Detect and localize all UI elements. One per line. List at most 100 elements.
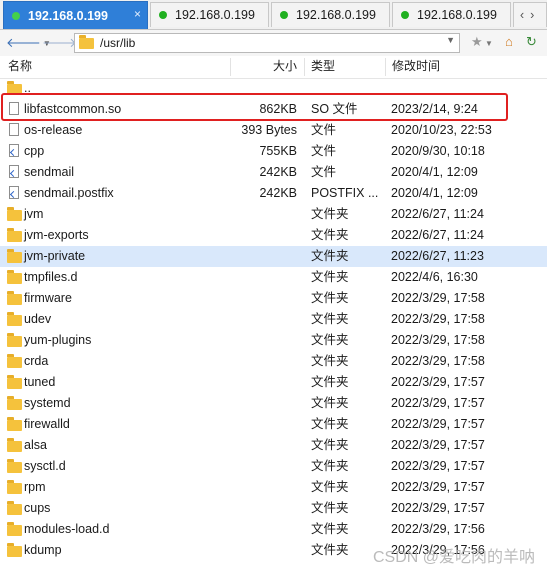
file-row[interactable]: rpm 文件夹 2022/3/29, 17:57 (0, 477, 547, 498)
folder-icon (7, 396, 22, 410)
file-row[interactable]: cpp 755KB 文件 2020/9/30, 10:18 (0, 141, 547, 162)
path-input[interactable]: /usr/lib ▼ (74, 33, 460, 53)
file-name: tmpfiles.d (24, 270, 78, 284)
chevron-right-icon: › (530, 8, 535, 22)
file-modified: 2022/3/29, 17:58 (391, 312, 485, 326)
file-size: 242KB (259, 165, 297, 179)
tab-label: 192.168.0.199 (28, 8, 108, 23)
file-name: os-release (24, 123, 83, 137)
file-type: 文件夹 (311, 291, 349, 305)
tab-session-1[interactable]: 192.168.0.199 × (3, 1, 148, 29)
file-name: sendmail.postfix (24, 186, 114, 200)
file-link-icon (9, 186, 19, 199)
file-row[interactable]: firewalld 文件夹 2022/3/29, 17:57 (0, 414, 547, 435)
file-row[interactable]: sysctl.d 文件夹 2022/3/29, 17:57 (0, 456, 547, 477)
file-name: sendmail (24, 165, 75, 179)
file-row[interactable]: sendmail.postfix 242KB POSTFIX ... 2020/4/1… (0, 183, 547, 204)
file-modified: 2020/10/23, 22:53 (391, 123, 492, 137)
file-row[interactable]: tuned 文件夹 2022/3/29, 17:57 (0, 372, 547, 393)
file-row[interactable]: crda 文件夹 2022/3/29, 17:58 (0, 351, 547, 372)
file-type: 文件夹 (311, 333, 349, 347)
file-row[interactable]: jvm-private 文件夹 2022/6/27, 11:23 (0, 246, 547, 267)
column-divider[interactable] (230, 58, 231, 76)
file-type: 文件夹 (311, 501, 349, 515)
file-name: rpm (24, 480, 46, 494)
file-modified: 2022/3/29, 17:57 (391, 396, 485, 410)
folder-icon (7, 249, 22, 263)
file-name: udev (24, 312, 52, 326)
folder-icon (7, 501, 22, 515)
folder-icon (7, 354, 22, 368)
file-type: 文件夹 (311, 207, 349, 221)
close-icon[interactable]: × (134, 7, 141, 21)
file-type: 文件夹 (311, 312, 349, 326)
folder-icon (7, 228, 22, 242)
folder-icon (7, 438, 22, 452)
file-modified: 2022/3/29, 17:58 (391, 291, 485, 305)
file-type: 文件夹 (311, 438, 349, 452)
column-header: 名称 大小 类型 修改时间 (0, 56, 547, 79)
connected-status-icon (280, 11, 288, 19)
file-name: yum-plugins (24, 333, 92, 347)
file-row[interactable]: systemd 文件夹 2022/3/29, 17:57 (0, 393, 547, 414)
file-size: 393 Bytes (241, 123, 297, 137)
tab-session-3[interactable]: 192.168.0.199 (271, 2, 390, 27)
tab-session-2[interactable]: 192.168.0.199 (150, 2, 269, 27)
file-modified: 2022/3/29, 17:58 (391, 354, 485, 368)
file-modified: 2022/6/27, 11:24 (391, 228, 484, 242)
file-row[interactable]: libfastcommon.so 862KB SO 文件 2023/2/14, 9:2… (0, 99, 547, 120)
file-list[interactable]: .. libfastcommon.so 862KB SO 文件 2023/2/14, 9… (0, 78, 547, 573)
file-type: 文件夹 (311, 375, 349, 389)
tab-bar: 192.168.0.199 × 192.168.0.199 192.168.0.… (0, 0, 547, 30)
home-icon[interactable]: ⌂ (505, 34, 513, 49)
tab-session-4[interactable]: 192.168.0.199 (392, 2, 511, 27)
file-row[interactable]: jvm-exports 文件夹 2022/6/27, 11:24 (0, 225, 547, 246)
column-type[interactable]: 类型 (305, 56, 385, 78)
file-type: 文件夹 (311, 354, 349, 368)
file-row[interactable]: tmpfiles.d 文件夹 2022/4/6, 16:30 (0, 267, 547, 288)
file-row[interactable]: .. (0, 78, 547, 99)
file-type: 文件夹 (311, 249, 349, 263)
file-name: firewalld (24, 417, 70, 431)
file-row[interactable]: alsa 文件夹 2022/3/29, 17:57 (0, 435, 547, 456)
column-modified[interactable]: 修改时间 (386, 56, 536, 78)
chevron-down-icon[interactable]: ▼ (485, 39, 493, 48)
file-row[interactable]: os-release 393 Bytes 文件 2020/10/23, 22:53 (0, 120, 547, 141)
file-modified: 2022/3/29, 17:58 (391, 333, 485, 347)
file-row[interactable]: udev 文件夹 2022/3/29, 17:58 (0, 309, 547, 330)
file-name: libfastcommon.so (24, 102, 122, 116)
file-name: .. (24, 81, 31, 95)
file-size: 755KB (259, 144, 297, 158)
file-type: 文件 (311, 123, 337, 137)
file-type: SO 文件 (311, 102, 358, 116)
file-row[interactable]: sendmail 242KB 文件 2020/4/1, 12:09 (0, 162, 547, 183)
file-link-icon (9, 144, 19, 157)
file-name: crda (24, 354, 49, 368)
file-modified: 2022/3/29, 17:57 (391, 417, 485, 431)
file-size: 242KB (259, 186, 297, 200)
refresh-icon[interactable]: ↻ (526, 34, 537, 50)
file-name: jvm-exports (24, 228, 89, 242)
arrow-left-icon: 🡐 (6, 35, 41, 50)
file-row[interactable]: modules-load.d 文件夹 2022/3/29, 17:56 (0, 519, 547, 540)
file-row[interactable]: cups 文件夹 2022/3/29, 17:57 (0, 498, 547, 519)
file-name: firmware (24, 291, 72, 305)
file-name: jvm (24, 207, 44, 221)
tab-scroll-button[interactable]: ‹ › (513, 2, 547, 27)
star-icon[interactable]: ★ (471, 34, 483, 50)
file-modified: 2022/6/27, 11:23 (391, 249, 484, 263)
folder-icon (7, 333, 22, 347)
column-name[interactable]: 名称 (2, 56, 232, 78)
path-text: /usr/lib (100, 36, 136, 50)
file-type: 文件夹 (311, 396, 349, 410)
file-type: 文件夹 (311, 480, 349, 494)
file-type: 文件夹 (311, 417, 349, 431)
file-type: 文件夹 (311, 270, 349, 284)
file-row[interactable]: jvm 文件夹 2022/6/27, 11:24 (0, 204, 547, 225)
column-size[interactable]: 大小 (232, 56, 303, 78)
file-row[interactable]: yum-plugins 文件夹 2022/3/29, 17:58 (0, 330, 547, 351)
file-row[interactable]: firmware 文件夹 2022/3/29, 17:58 (0, 288, 547, 309)
folder-icon (7, 291, 22, 305)
file-modified: 2022/3/29, 17:57 (391, 438, 485, 452)
chevron-down-icon[interactable]: ▼ (446, 35, 455, 45)
